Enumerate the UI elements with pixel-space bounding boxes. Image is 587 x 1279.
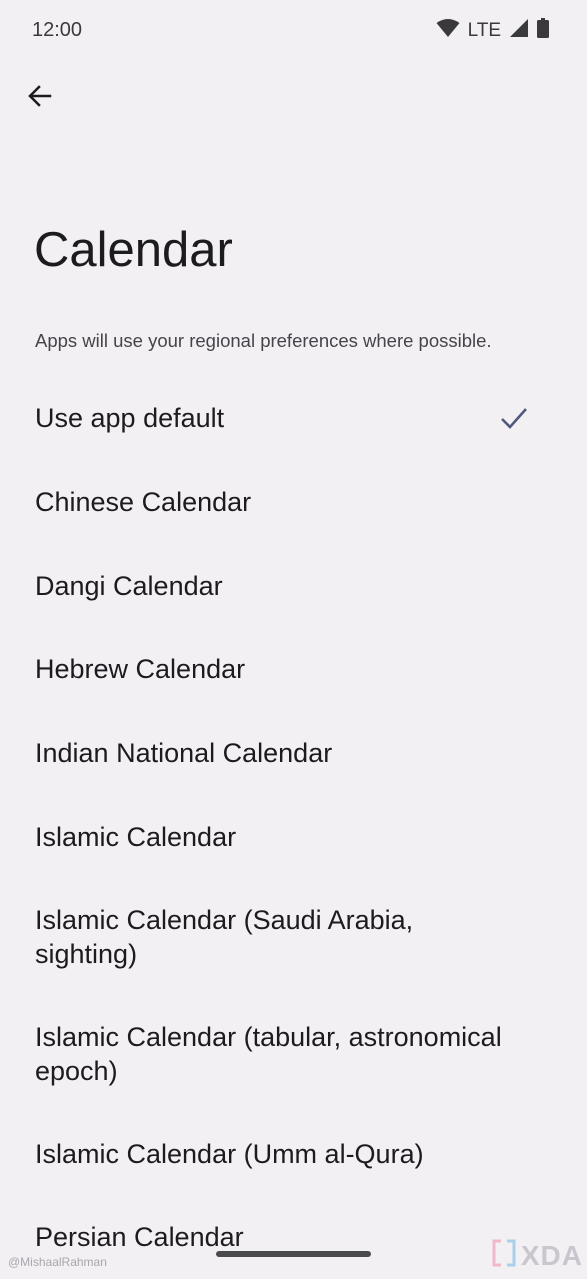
status-icons: LTE — [436, 18, 549, 43]
xda-logo: XDA — [491, 1238, 583, 1273]
gesture-nav-handle[interactable] — [216, 1251, 371, 1257]
checkmark-icon — [499, 403, 529, 433]
option-label: Islamic Calendar (Saudi Arabia, sighting… — [35, 904, 414, 969]
option-islamic-calendar-umm-al-qura[interactable]: Islamic Calendar (Umm al-Qura) — [0, 1112, 587, 1195]
page-title: Calendar — [34, 223, 233, 277]
back-button[interactable] — [22, 80, 58, 116]
battery-icon — [537, 18, 549, 43]
xda-logo-text: XDA — [520, 1239, 583, 1271]
option-chinese-calendar[interactable]: Chinese Calendar — [0, 460, 587, 544]
cell-signal-icon — [509, 18, 529, 43]
network-type-label: LTE — [467, 19, 501, 41]
option-label: Chinese Calendar — [35, 487, 252, 517]
option-dangi-calendar[interactable]: Dangi Calendar — [0, 544, 587, 627]
option-islamic-calendar[interactable]: Islamic Calendar — [0, 795, 587, 878]
option-label: Islamic Calendar — [35, 821, 237, 852]
status-bar: 12:00 LTE — [0, 0, 587, 60]
calendar-option-list: Use app default Chinese Calendar Dangi C… — [0, 376, 587, 1279]
option-label: Dangi Calendar — [35, 570, 223, 601]
option-islamic-calendar-saudi-arabia[interactable]: Islamic Calendar (Saudi Arabia, sighting… — [0, 878, 587, 995]
option-label: Hebrew Calendar — [35, 654, 246, 684]
arrow-left-icon — [26, 82, 54, 115]
status-time: 12:00 — [32, 19, 83, 41]
page-subtitle: Apps will use your regional preferences … — [35, 330, 492, 351]
option-label: Indian National Calendar — [35, 738, 333, 768]
option-label: Islamic Calendar (tabular, astronomical … — [35, 1021, 502, 1086]
option-hebrew-calendar[interactable]: Hebrew Calendar — [0, 627, 587, 711]
option-label: Use app default — [35, 403, 225, 433]
option-use-app-default[interactable]: Use app default — [0, 376, 587, 460]
option-indian-national-calendar[interactable]: Indian National Calendar — [0, 711, 587, 795]
xda-bracket-icon — [491, 1238, 517, 1273]
option-label: Persian Calendar — [35, 1222, 244, 1252]
credit-watermark: @MishaalRahman — [8, 1255, 107, 1269]
option-label: Islamic Calendar (Umm al-Qura) — [35, 1138, 424, 1169]
option-islamic-calendar-tabular[interactable]: Islamic Calendar (tabular, astronomical … — [0, 995, 587, 1112]
wifi-icon — [436, 18, 460, 43]
